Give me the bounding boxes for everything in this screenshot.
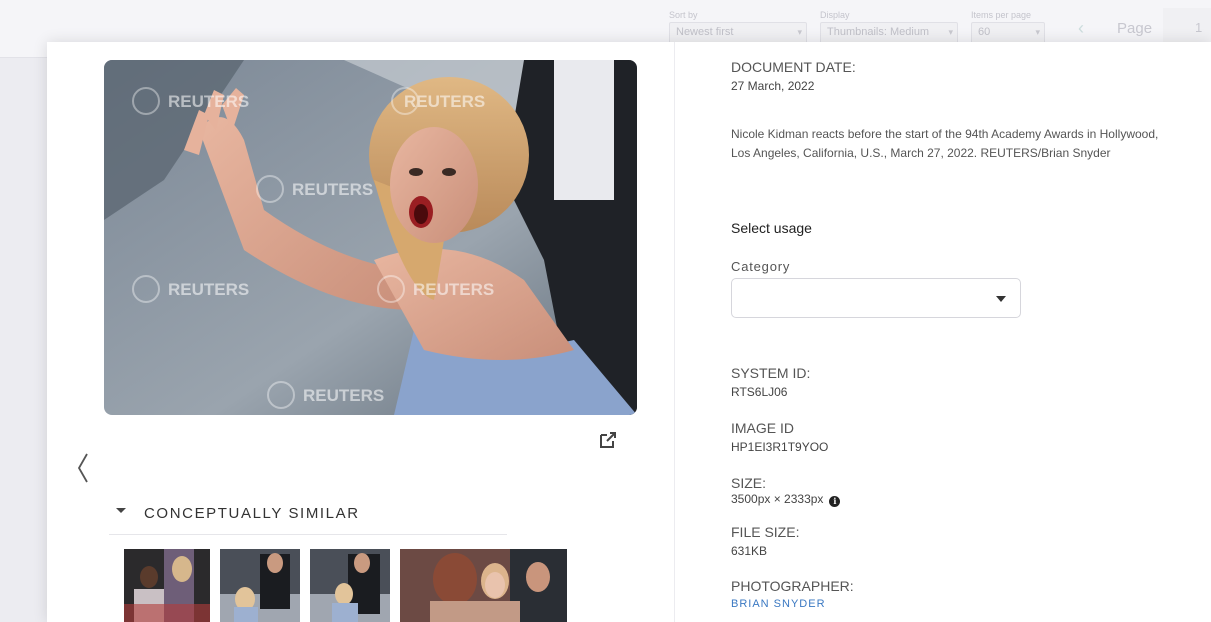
image-detail-modal: REUTERS REUTERS REUTERS REUTERS REUTERS … [47,42,1211,622]
column-divider [674,42,675,622]
category-label: Category [731,259,791,274]
select-usage-heading: Select usage [731,220,812,236]
watermark-text: REUTERS [168,92,249,111]
display-label: Display [820,10,850,20]
info-icon[interactable]: i [829,496,841,507]
photographer-block: PHOTOGRAPHER: BRIAN SNYDER [731,578,854,610]
similar-thumbnail[interactable] [124,549,210,622]
document-date-value: 27 March, 2022 [731,79,815,93]
file-size-label: FILE SIZE: [731,524,800,540]
per-page-control[interactable]: Items per page 60 ▾ [971,10,1045,44]
watermark-text: REUTERS [413,280,494,299]
page-number-input[interactable]: 1 [1163,8,1211,46]
category-select[interactable] [731,278,1021,318]
image-id-label: IMAGE ID [731,420,795,436]
size-block: SIZE: 3500px × 2333px i [731,475,841,507]
size-label: SIZE: [731,475,767,491]
per-page-select[interactable]: 60 ▾ [971,22,1045,44]
per-page-label: Items per page [971,10,1032,20]
caret-down-icon [996,296,1006,302]
system-id-value: RTS6LJ06 [731,385,788,399]
display-select[interactable]: Thumbnails: Medium ▾ [820,22,958,44]
file-size-block: FILE SIZE: 631KB [731,524,799,558]
chevron-down-icon: ▾ [797,27,802,37]
file-size-value: 631KB [731,544,768,558]
sort-label: Sort by [669,10,698,20]
external-link-icon[interactable] [598,430,618,450]
collapse-caret-icon[interactable] [116,508,126,513]
page-prev-icon[interactable]: ‹ [1078,18,1084,39]
size-value: 3500px × 2333px [731,492,824,506]
chevron-left-icon[interactable] [75,450,91,486]
document-date-label: DOCUMENT DATE: [731,59,856,75]
image-caption: Nicole Kidman reacts before the start of… [731,127,1159,160]
similar-thumbnail[interactable] [310,549,390,622]
system-id-block: SYSTEM ID: RTS6LJ06 [731,365,810,399]
similar-thumbnail[interactable] [400,549,567,622]
conceptually-similar-heading[interactable]: CONCEPTUALLY SIMILAR [144,505,360,522]
similar-thumbnail[interactable] [220,549,300,622]
sort-control[interactable]: Sort by Newest first ▾ [669,10,807,44]
image-id-block: IMAGE ID HP1EI3R1T9YOO [731,420,828,454]
per-page-value: 60 [978,26,991,38]
watermark-text: REUTERS [404,92,485,111]
sort-select[interactable]: Newest first ▾ [669,22,807,44]
display-value: Thumbnails: Medium [827,26,930,38]
main-photo[interactable]: REUTERS REUTERS REUTERS REUTERS REUTERS … [104,60,637,415]
page-label: Page [1117,20,1153,37]
chevron-down-icon: ▾ [1035,27,1040,37]
display-control[interactable]: Display Thumbnails: Medium ▾ [820,10,958,44]
photo-image: REUTERS REUTERS REUTERS REUTERS REUTERS … [104,60,637,415]
system-id-label: SYSTEM ID: [731,365,811,381]
background-sidebar [0,58,47,622]
watermark-text: REUTERS [303,386,384,405]
chevron-down-icon: ▾ [948,27,953,37]
page-number: 1 [1195,20,1203,35]
sort-value: Newest first [676,26,734,38]
photographer-label: PHOTOGRAPHER: [731,578,854,594]
watermark-text: REUTERS [168,280,249,299]
document-date-block: DOCUMENT DATE: 27 March, 2022 [731,59,856,93]
size-row: 3500px × 2333px i [731,492,841,507]
photographer-link[interactable]: BRIAN SNYDER [731,598,854,610]
image-id-value: HP1EI3R1T9YOO [731,440,829,454]
section-divider [109,534,507,535]
watermark-text: REUTERS [292,180,373,199]
